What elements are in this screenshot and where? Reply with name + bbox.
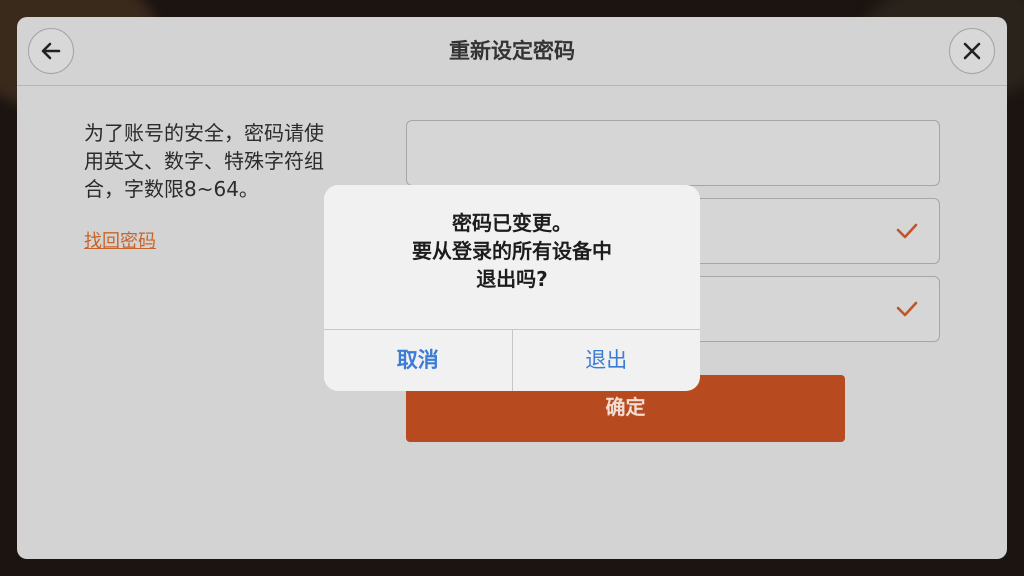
current-password-field[interactable]: [406, 120, 940, 186]
password-rules-line: 用英文、数字、特殊字符组: [84, 149, 324, 173]
check-icon: [896, 223, 918, 239]
page-title: 重新设定密码: [449, 39, 575, 63]
check-icon: [896, 301, 918, 317]
forgot-password-link[interactable]: 找回密码: [84, 227, 156, 253]
logout-all-devices-dialog: 密码已变更。 要从登录的所有设备中 退出吗? 取消 退出: [324, 185, 700, 391]
dialog-actions: 取消 退出: [324, 329, 700, 391]
dialog-message-line: 退出吗?: [476, 267, 548, 291]
arrow-left-icon: [41, 42, 61, 60]
close-button[interactable]: [949, 28, 995, 74]
back-button[interactable]: [28, 28, 74, 74]
close-icon: [963, 42, 981, 60]
password-rules-line: 为了账号的安全，密码请使: [84, 121, 324, 145]
logout-button[interactable]: 退出: [513, 330, 701, 391]
header-bar: 重新设定密码: [17, 17, 1007, 86]
dialog-message-line: 密码已变更。: [452, 211, 572, 235]
dialog-message-line: 要从登录的所有设备中: [412, 239, 612, 263]
dialog-message: 密码已变更。 要从登录的所有设备中 退出吗?: [324, 209, 700, 293]
cancel-button[interactable]: 取消: [324, 330, 513, 391]
